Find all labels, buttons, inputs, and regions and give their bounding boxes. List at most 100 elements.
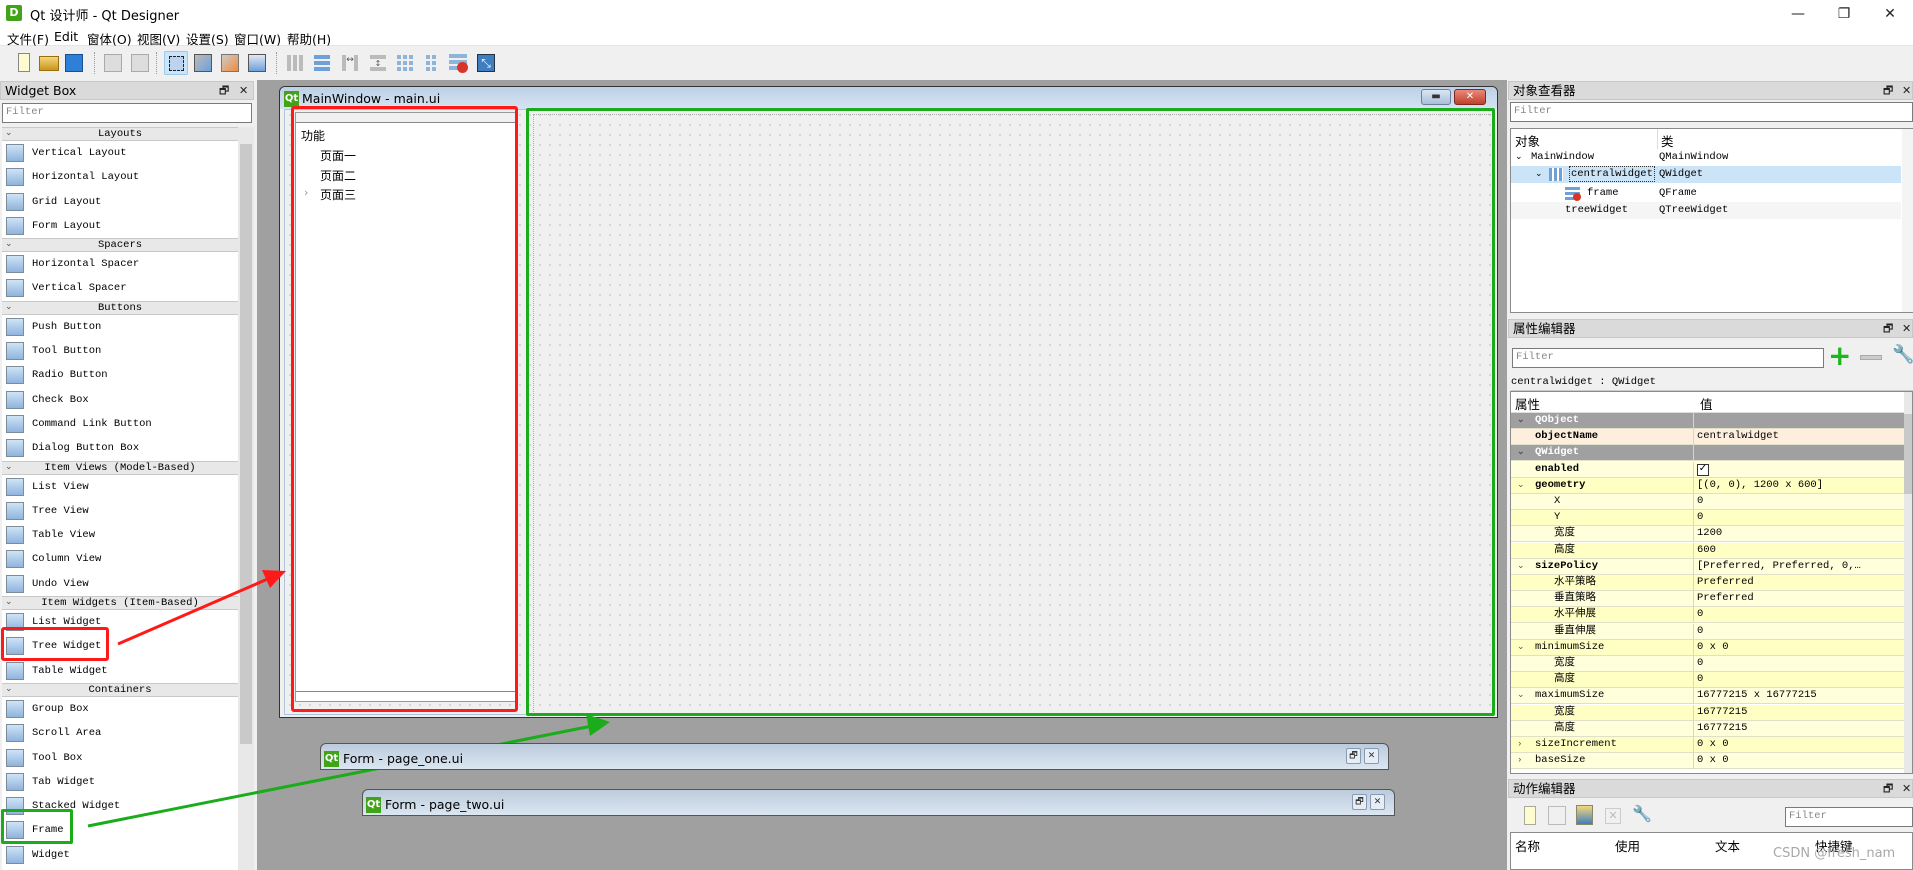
copy-action-icon[interactable]	[1548, 806, 1566, 825]
float-icon[interactable]: 🗗	[1883, 82, 1893, 99]
chevron-down-icon[interactable]: ⌄	[1535, 166, 1543, 183]
property-name: 高度	[1554, 543, 1575, 556]
property-value[interactable]: [Preferred, Preferred, 0,…	[1697, 559, 1903, 574]
property-group[interactable]: ⌄ QWidget	[1511, 445, 1904, 462]
checkbox-icon[interactable]: ✓	[1697, 463, 1709, 476]
property-name: maximumSize	[1535, 689, 1605, 702]
object-inspector-filter-input[interactable]: Filter	[1510, 102, 1913, 122]
property-name: geometry	[1535, 478, 1586, 491]
property-row[interactable]: 宽度 16777215	[1511, 704, 1904, 721]
property-row[interactable]: 高度 600	[1511, 542, 1904, 559]
property-row[interactable]: 垂直伸展 0	[1511, 623, 1904, 640]
property-table-header: 属性 值	[1511, 392, 1904, 413]
object-inspector-scrollbar[interactable]	[1902, 129, 1913, 312]
property-value[interactable]: 0	[1697, 510, 1903, 525]
close-icon[interactable]: ✕	[1902, 82, 1911, 99]
property-row[interactable]: 垂直策略 Preferred	[1511, 591, 1904, 608]
column-header-used: 使用	[1615, 839, 1641, 854]
property-value[interactable]: Preferred	[1697, 575, 1903, 590]
object-row-mainwindow[interactable]: ⌄ MainWindow QMainWindow	[1511, 149, 1901, 166]
chevron-down-icon[interactable]: ⌄	[1517, 640, 1525, 655]
restore-button[interactable]: 🗗	[1346, 748, 1361, 764]
chevron-down-icon[interactable]: ⌄	[1517, 559, 1525, 574]
column-header-property: 属性	[1515, 399, 1541, 413]
form-page-one[interactable]: Qt Form - page_one.ui 🗗 ✕	[320, 743, 1389, 770]
property-name: Y	[1554, 511, 1561, 524]
property-row[interactable]: 高度 0	[1511, 672, 1904, 689]
property-row[interactable]: ⌄ minimumSize 0 x 0	[1511, 639, 1904, 656]
property-row[interactable]: ⌄ sizePolicy [Preferred, Preferred, 0,…	[1511, 558, 1904, 575]
property-value[interactable]: [(0, 0), 1200 x 600]	[1697, 478, 1903, 493]
float-icon[interactable]: 🗗	[1883, 320, 1893, 337]
property-group[interactable]: ⌄ QObject	[1511, 413, 1904, 429]
delete-action-icon[interactable]: ✕	[1605, 808, 1621, 824]
property-scrollbar[interactable]	[1904, 392, 1912, 773]
property-row[interactable]: 宽度 1200	[1511, 526, 1904, 543]
property-value[interactable]: 600	[1697, 543, 1903, 558]
property-value[interactable]: 0	[1697, 672, 1903, 687]
property-value[interactable]: 0 x 0	[1697, 753, 1903, 768]
property-value[interactable]: 1200	[1697, 526, 1903, 541]
scrollbar-thumb[interactable]	[1904, 414, 1912, 494]
property-row[interactable]: 水平伸展 0	[1511, 607, 1904, 624]
add-property-icon[interactable]: +	[1828, 342, 1852, 370]
property-row[interactable]: 宽度 0	[1511, 656, 1904, 672]
chevron-down-icon[interactable]: ⌄	[1517, 478, 1525, 493]
property-name: 高度	[1554, 721, 1575, 734]
property-value[interactable]: 0	[1697, 494, 1903, 509]
property-value[interactable]: 16777215	[1697, 721, 1903, 736]
property-name: 宽度	[1554, 527, 1575, 540]
property-value[interactable]: 0 x 0	[1697, 737, 1903, 752]
property-filter-input[interactable]: Filter	[1512, 348, 1824, 368]
property-row[interactable]: objectName centralwidget	[1511, 429, 1904, 446]
property-row[interactable]: X0	[1511, 494, 1904, 510]
property-name: 宽度	[1554, 657, 1575, 669]
property-value[interactable]: 0	[1697, 656, 1903, 671]
close-button[interactable]: ✕	[1364, 748, 1379, 764]
chevron-right-icon[interactable]: ›	[1517, 737, 1522, 752]
property-row[interactable]: ⌄ maximumSize 16777215 x 16777215	[1511, 688, 1904, 705]
remove-property-icon[interactable]	[1860, 355, 1882, 360]
property-row[interactable]: 高度 16777215	[1511, 720, 1904, 737]
property-value[interactable]: 0	[1697, 607, 1903, 622]
new-action-icon[interactable]	[1524, 806, 1536, 825]
horizontal-layout-icon	[1549, 168, 1563, 181]
restore-button[interactable]: 🗗	[1352, 794, 1367, 810]
close-button[interactable]: ✕	[1370, 794, 1385, 810]
close-icon[interactable]: ✕	[1902, 780, 1911, 797]
property-value[interactable]: centralwidget	[1697, 429, 1903, 444]
paste-action-icon[interactable]	[1576, 805, 1593, 825]
object-class: QFrame	[1659, 187, 1697, 199]
property-row[interactable]: enabled ✓	[1511, 461, 1904, 478]
property-row[interactable]: Y0	[1511, 510, 1904, 527]
object-name: treeWidget	[1565, 204, 1629, 216]
chevron-right-icon[interactable]: ›	[1517, 753, 1522, 768]
property-value[interactable]: 16777215 x 16777215	[1697, 688, 1903, 703]
property-value[interactable]: 0 x 0	[1697, 640, 1903, 655]
property-row[interactable]: › sizeIncrement 0 x 0	[1511, 737, 1904, 753]
action-editor-header: 动作编辑器 🗗 ✕	[1508, 779, 1913, 798]
property-row[interactable]: 水平策略 Preferred	[1511, 575, 1904, 591]
chevron-down-icon[interactable]: ⌄	[1517, 445, 1525, 460]
property-value[interactable]: 0	[1697, 624, 1903, 639]
chevron-down-icon[interactable]: ⌄	[1517, 413, 1525, 428]
action-editor-title: 动作编辑器	[1513, 781, 1576, 796]
object-inspector-title: 对象查看器	[1513, 83, 1576, 98]
property-row[interactable]: › baseSize 0 x 0	[1511, 753, 1904, 770]
object-row-centralwidget[interactable]: ⌄ centralwidget QWidget	[1511, 166, 1901, 183]
property-value[interactable]: Preferred	[1697, 591, 1903, 606]
float-icon[interactable]: 🗗	[1883, 780, 1893, 797]
configure-icon[interactable]: 🔧	[1632, 804, 1652, 823]
property-name: QObject	[1535, 414, 1580, 426]
property-value[interactable]: 16777215	[1697, 705, 1903, 720]
property-row[interactable]: ⌄ geometry [(0, 0), 1200 x 600]	[1511, 477, 1904, 494]
chevron-down-icon[interactable]: ⌄	[1515, 149, 1523, 166]
configure-icon[interactable]: 🔧	[1892, 344, 1913, 365]
close-icon[interactable]: ✕	[1902, 320, 1911, 337]
property-editor-title: 属性编辑器	[1513, 321, 1576, 336]
form-page-two[interactable]: Qt Form - page_two.ui 🗗 ✕	[362, 789, 1395, 816]
object-row-treewidget[interactable]: treeWidget QTreeWidget	[1511, 202, 1901, 219]
object-row-frame[interactable]: frame QFrame	[1511, 185, 1901, 202]
action-filter-input[interactable]: Filter	[1785, 807, 1913, 827]
chevron-down-icon[interactable]: ⌄	[1517, 688, 1525, 703]
